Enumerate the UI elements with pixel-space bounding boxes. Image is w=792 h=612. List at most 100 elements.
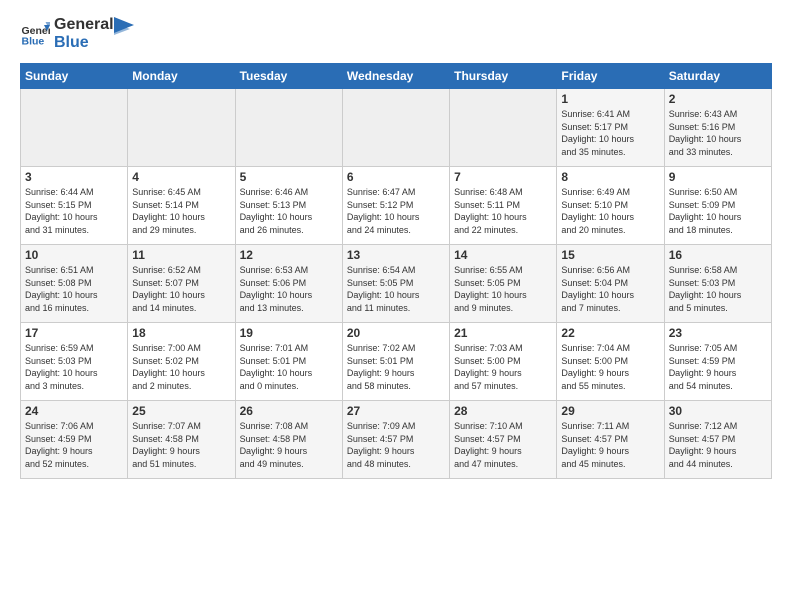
calendar-day: 13Sunrise: 6:54 AM Sunset: 5:05 PM Dayli…	[342, 245, 449, 323]
calendar-day: 28Sunrise: 7:10 AM Sunset: 4:57 PM Dayli…	[450, 401, 557, 479]
day-number: 1	[561, 92, 659, 106]
day-info: Sunrise: 6:55 AM Sunset: 5:05 PM Dayligh…	[454, 264, 552, 314]
day-number: 8	[561, 170, 659, 184]
calendar-day: 20 Sunrise: 7:02 AM Sunset: 5:01 PM Dayli…	[342, 323, 449, 401]
calendar-day: 8 Sunrise: 6:49 AM Sunset: 5:10 PM Daylig…	[557, 167, 664, 245]
calendar-day: 27Sunrise: 7:09 AM Sunset: 4:57 PM Dayli…	[342, 401, 449, 479]
svg-text:Blue: Blue	[22, 35, 45, 47]
calendar-day: 22Sunrise: 7:04 AM Sunset: 5:00 PM Dayli…	[557, 323, 664, 401]
day-number: 6	[347, 170, 445, 184]
day-header-monday: Monday	[128, 64, 235, 89]
calendar-day: 14 Sunrise: 6:55 AM Sunset: 5:05 PM Dayli…	[450, 245, 557, 323]
calendar-day: 26 Sunrise: 7:08 AM Sunset: 4:58 PM Dayli…	[235, 401, 342, 479]
day-info: Sunrise: 7:01 AM Sunset: 5:01 PM Dayligh…	[240, 342, 338, 392]
day-header-saturday: Saturday	[664, 64, 771, 89]
day-header-thursday: Thursday	[450, 64, 557, 89]
day-number: 25	[132, 404, 230, 418]
day-info: Sunrise: 7:05 AM Sunset: 4:59 PM Dayligh…	[669, 342, 767, 392]
calendar-day: 29Sunrise: 7:11 AM Sunset: 4:57 PM Dayli…	[557, 401, 664, 479]
calendar-week-4: 17 Sunrise: 6:59 AM Sunset: 5:03 PM Dayli…	[21, 323, 772, 401]
day-info: Sunrise: 6:52 AM Sunset: 5:07 PM Dayligh…	[132, 264, 230, 314]
calendar-header-row: SundayMondayTuesdayWednesdayThursdayFrid…	[21, 64, 772, 89]
calendar-day	[450, 89, 557, 167]
day-info: Sunrise: 6:44 AM Sunset: 5:15 PM Dayligh…	[25, 186, 123, 236]
day-info: Sunrise: 7:08 AM Sunset: 4:58 PM Dayligh…	[240, 420, 338, 470]
calendar-day: 16 Sunrise: 6:58 AM Sunset: 5:03 PM Dayli…	[664, 245, 771, 323]
day-number: 10	[25, 248, 123, 262]
day-info: Sunrise: 6:43 AM Sunset: 5:16 PM Dayligh…	[669, 108, 767, 158]
calendar-day: 7 Sunrise: 6:48 AM Sunset: 5:11 PM Daylig…	[450, 167, 557, 245]
calendar-day: 21 Sunrise: 7:03 AM Sunset: 5:00 PM Dayli…	[450, 323, 557, 401]
calendar-table: SundayMondayTuesdayWednesdayThursdayFrid…	[20, 63, 772, 479]
day-info: Sunrise: 6:53 AM Sunset: 5:06 PM Dayligh…	[240, 264, 338, 314]
logo-icon: General Blue	[20, 19, 50, 49]
day-info: Sunrise: 6:48 AM Sunset: 5:11 PM Dayligh…	[454, 186, 552, 236]
day-number: 14	[454, 248, 552, 262]
day-header-friday: Friday	[557, 64, 664, 89]
day-number: 21	[454, 326, 552, 340]
day-info: Sunrise: 6:47 AM Sunset: 5:12 PM Dayligh…	[347, 186, 445, 236]
day-number: 3	[25, 170, 123, 184]
calendar-week-1: 1 Sunrise: 6:41 AM Sunset: 5:17 PM Daylig…	[21, 89, 772, 167]
day-info: Sunrise: 6:49 AM Sunset: 5:10 PM Dayligh…	[561, 186, 659, 236]
calendar-day: 2 Sunrise: 6:43 AM Sunset: 5:16 PM Daylig…	[664, 89, 771, 167]
calendar-day: 18 Sunrise: 7:00 AM Sunset: 5:02 PM Dayli…	[128, 323, 235, 401]
calendar-day: 19 Sunrise: 7:01 AM Sunset: 5:01 PM Dayli…	[235, 323, 342, 401]
calendar-day: 3 Sunrise: 6:44 AM Sunset: 5:15 PM Daylig…	[21, 167, 128, 245]
calendar-day: 10Sunrise: 6:51 AM Sunset: 5:08 PM Dayli…	[21, 245, 128, 323]
day-number: 30	[669, 404, 767, 418]
day-header-wednesday: Wednesday	[342, 64, 449, 89]
day-header-sunday: Sunday	[21, 64, 128, 89]
day-number: 20	[347, 326, 445, 340]
calendar-day: 23Sunrise: 7:05 AM Sunset: 4:59 PM Dayli…	[664, 323, 771, 401]
calendar-day: 5 Sunrise: 6:46 AM Sunset: 5:13 PM Daylig…	[235, 167, 342, 245]
day-number: 22	[561, 326, 659, 340]
day-number: 29	[561, 404, 659, 418]
day-info: Sunrise: 6:59 AM Sunset: 5:03 PM Dayligh…	[25, 342, 123, 392]
day-number: 2	[669, 92, 767, 106]
calendar-day: 17 Sunrise: 6:59 AM Sunset: 5:03 PM Dayli…	[21, 323, 128, 401]
day-info: Sunrise: 7:02 AM Sunset: 5:01 PM Dayligh…	[347, 342, 445, 392]
day-number: 17	[25, 326, 123, 340]
day-number: 18	[132, 326, 230, 340]
day-info: Sunrise: 7:12 AM Sunset: 4:57 PM Dayligh…	[669, 420, 767, 470]
calendar-day: 15Sunrise: 6:56 AM Sunset: 5:04 PM Dayli…	[557, 245, 664, 323]
calendar-day: 30 Sunrise: 7:12 AM Sunset: 4:57 PM Dayli…	[664, 401, 771, 479]
day-info: Sunrise: 7:03 AM Sunset: 5:00 PM Dayligh…	[454, 342, 552, 392]
day-info: Sunrise: 7:09 AM Sunset: 4:57 PM Dayligh…	[347, 420, 445, 470]
calendar-day: 6 Sunrise: 6:47 AM Sunset: 5:12 PM Daylig…	[342, 167, 449, 245]
day-number: 13	[347, 248, 445, 262]
day-number: 24	[25, 404, 123, 418]
logo-general: General	[54, 16, 114, 34]
day-info: Sunrise: 6:56 AM Sunset: 5:04 PM Dayligh…	[561, 264, 659, 314]
day-number: 16	[669, 248, 767, 262]
logo-blue: Blue	[54, 34, 114, 52]
day-number: 5	[240, 170, 338, 184]
day-number: 11	[132, 248, 230, 262]
day-info: Sunrise: 7:00 AM Sunset: 5:02 PM Dayligh…	[132, 342, 230, 392]
calendar-week-5: 24 Sunrise: 7:06 AM Sunset: 4:59 PM Dayli…	[21, 401, 772, 479]
logo: General Blue General Blue	[20, 16, 134, 51]
day-header-tuesday: Tuesday	[235, 64, 342, 89]
calendar-page: General Blue General Blue SundayMondayTu…	[0, 0, 792, 489]
day-number: 12	[240, 248, 338, 262]
day-info: Sunrise: 7:06 AM Sunset: 4:59 PM Dayligh…	[25, 420, 123, 470]
day-number: 26	[240, 404, 338, 418]
calendar-day	[21, 89, 128, 167]
day-number: 19	[240, 326, 338, 340]
day-info: Sunrise: 6:46 AM Sunset: 5:13 PM Dayligh…	[240, 186, 338, 236]
page-header: General Blue General Blue	[20, 16, 772, 51]
calendar-day: 12 Sunrise: 6:53 AM Sunset: 5:06 PM Dayli…	[235, 245, 342, 323]
day-info: Sunrise: 6:58 AM Sunset: 5:03 PM Dayligh…	[669, 264, 767, 314]
calendar-day	[128, 89, 235, 167]
calendar-day: 25 Sunrise: 7:07 AM Sunset: 4:58 PM Dayli…	[128, 401, 235, 479]
calendar-week-2: 3 Sunrise: 6:44 AM Sunset: 5:15 PM Daylig…	[21, 167, 772, 245]
day-info: Sunrise: 6:50 AM Sunset: 5:09 PM Dayligh…	[669, 186, 767, 236]
day-number: 7	[454, 170, 552, 184]
logo-arrow-icon	[114, 17, 134, 45]
calendar-day: 24 Sunrise: 7:06 AM Sunset: 4:59 PM Dayli…	[21, 401, 128, 479]
day-info: Sunrise: 7:07 AM Sunset: 4:58 PM Dayligh…	[132, 420, 230, 470]
day-info: Sunrise: 6:41 AM Sunset: 5:17 PM Dayligh…	[561, 108, 659, 158]
calendar-day: 1 Sunrise: 6:41 AM Sunset: 5:17 PM Daylig…	[557, 89, 664, 167]
calendar-week-3: 10Sunrise: 6:51 AM Sunset: 5:08 PM Dayli…	[21, 245, 772, 323]
